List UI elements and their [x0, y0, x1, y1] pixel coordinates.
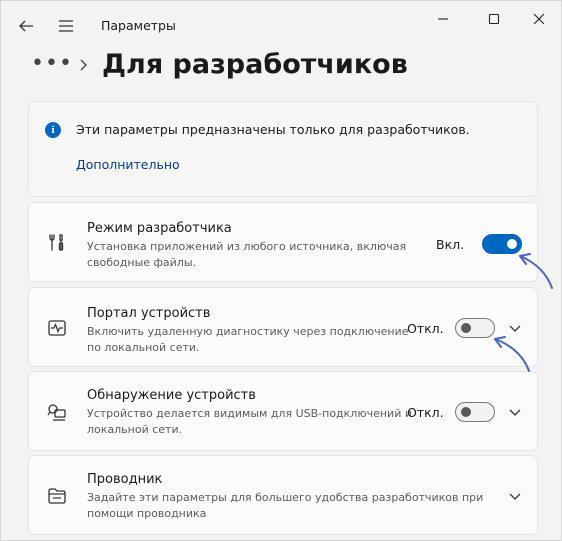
setting-title: Портал устройств [87, 306, 211, 321]
file-explorer-icon [48, 488, 66, 504]
setting-device-portal[interactable]: Портал устройств Включить удаленную диаг… [28, 287, 538, 367]
hamburger-menu-icon[interactable] [54, 14, 78, 38]
breadcrumb-more-button[interactable]: ••• [31, 51, 73, 76]
chevron-down-icon[interactable] [507, 404, 523, 420]
page-title: Для разработчиков [102, 49, 408, 80]
maximize-icon[interactable] [482, 9, 506, 29]
info-icon: i [45, 122, 61, 138]
info-card: i Эти параметры предназначены только для… [28, 101, 538, 197]
more-info-link[interactable]: Дополнительно [76, 157, 180, 172]
setting-description: Включить удаленную диагностику через под… [87, 325, 409, 354]
toggle-state-label: Откл. [407, 321, 444, 336]
info-text: Эти параметры предназначены только для р… [76, 122, 470, 137]
device-portal-icon [48, 320, 66, 336]
toggle-state-label: Откл. [407, 405, 444, 420]
setting-file-explorer[interactable]: Проводник Задайте эти параметры для боль… [28, 455, 538, 535]
toggle-knob [461, 323, 471, 333]
chevron-down-icon[interactable] [507, 488, 523, 504]
annotation-arrow-icon [494, 336, 530, 372]
settings-window: Параметры ••• Для разработчиков i Эти па… [0, 0, 562, 541]
back-arrow-icon[interactable] [14, 14, 38, 38]
window-title: Параметры [101, 18, 176, 33]
title-bar: Параметры [1, 1, 561, 49]
setting-description: Устройство делается видимым для USB-подк… [87, 407, 412, 436]
setting-description: Задайте эти параметры для большего удобс… [87, 491, 484, 520]
minimize-icon[interactable] [431, 9, 455, 29]
close-icon[interactable] [527, 9, 551, 29]
toggle-state-label: Вкл. [436, 237, 465, 252]
annotation-arrow-icon [519, 253, 553, 289]
setting-developer-mode[interactable]: Режим разработчика Установка приложений … [28, 202, 538, 282]
chevron-right-icon [80, 59, 87, 71]
setting-description: Установка приложений из любого источника… [87, 240, 407, 269]
setting-device-discovery[interactable]: Обнаружение устройств Устройство делаетс… [28, 371, 538, 451]
developer-tools-icon [49, 234, 64, 251]
toggle-knob [461, 407, 471, 417]
setting-title: Проводник [87, 472, 163, 487]
device-discovery-toggle[interactable] [455, 402, 495, 422]
device-discovery-icon [47, 404, 66, 421]
setting-title: Обнаружение устройств [87, 388, 256, 403]
setting-title: Режим разработчика [87, 221, 232, 236]
